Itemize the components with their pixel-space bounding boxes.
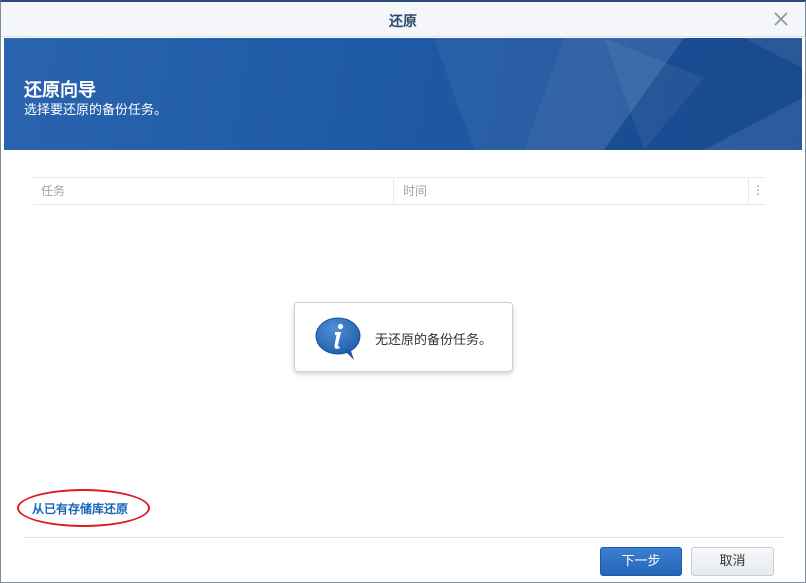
column-menu-icon[interactable]: ⋮ [750,178,766,204]
restore-dialog: 还原 还原向导 选择要还原的备份任务。 任务 时间 ⋮ 无还原的备份任务。 从已… [0,0,806,583]
close-icon [774,12,788,26]
close-button[interactable] [771,9,791,29]
wizard-subtitle: 选择要还原的备份任务。 [24,103,168,118]
next-button[interactable]: 下一步 [600,547,682,576]
wizard-banner: 还原向导 选择要还原的备份任务。 [4,38,802,150]
empty-state-message: 无还原的备份任务。 [294,302,513,372]
column-header-task[interactable]: 任务 [33,178,394,204]
backup-task-grid: 任务 时间 ⋮ [33,177,766,205]
footer-divider [23,537,784,538]
restore-from-repository-link[interactable]: 从已有存储库还原 [32,500,128,517]
cancel-button[interactable]: 取消 [691,547,774,576]
empty-state-text: 无还原的备份任务。 [375,333,493,348]
column-header-time[interactable]: 时间 [395,178,749,204]
info-icon [315,317,361,360]
banner-decoration [434,38,802,150]
title-bar: 还原 [1,2,805,37]
dialog-title: 还原 [389,14,417,30]
